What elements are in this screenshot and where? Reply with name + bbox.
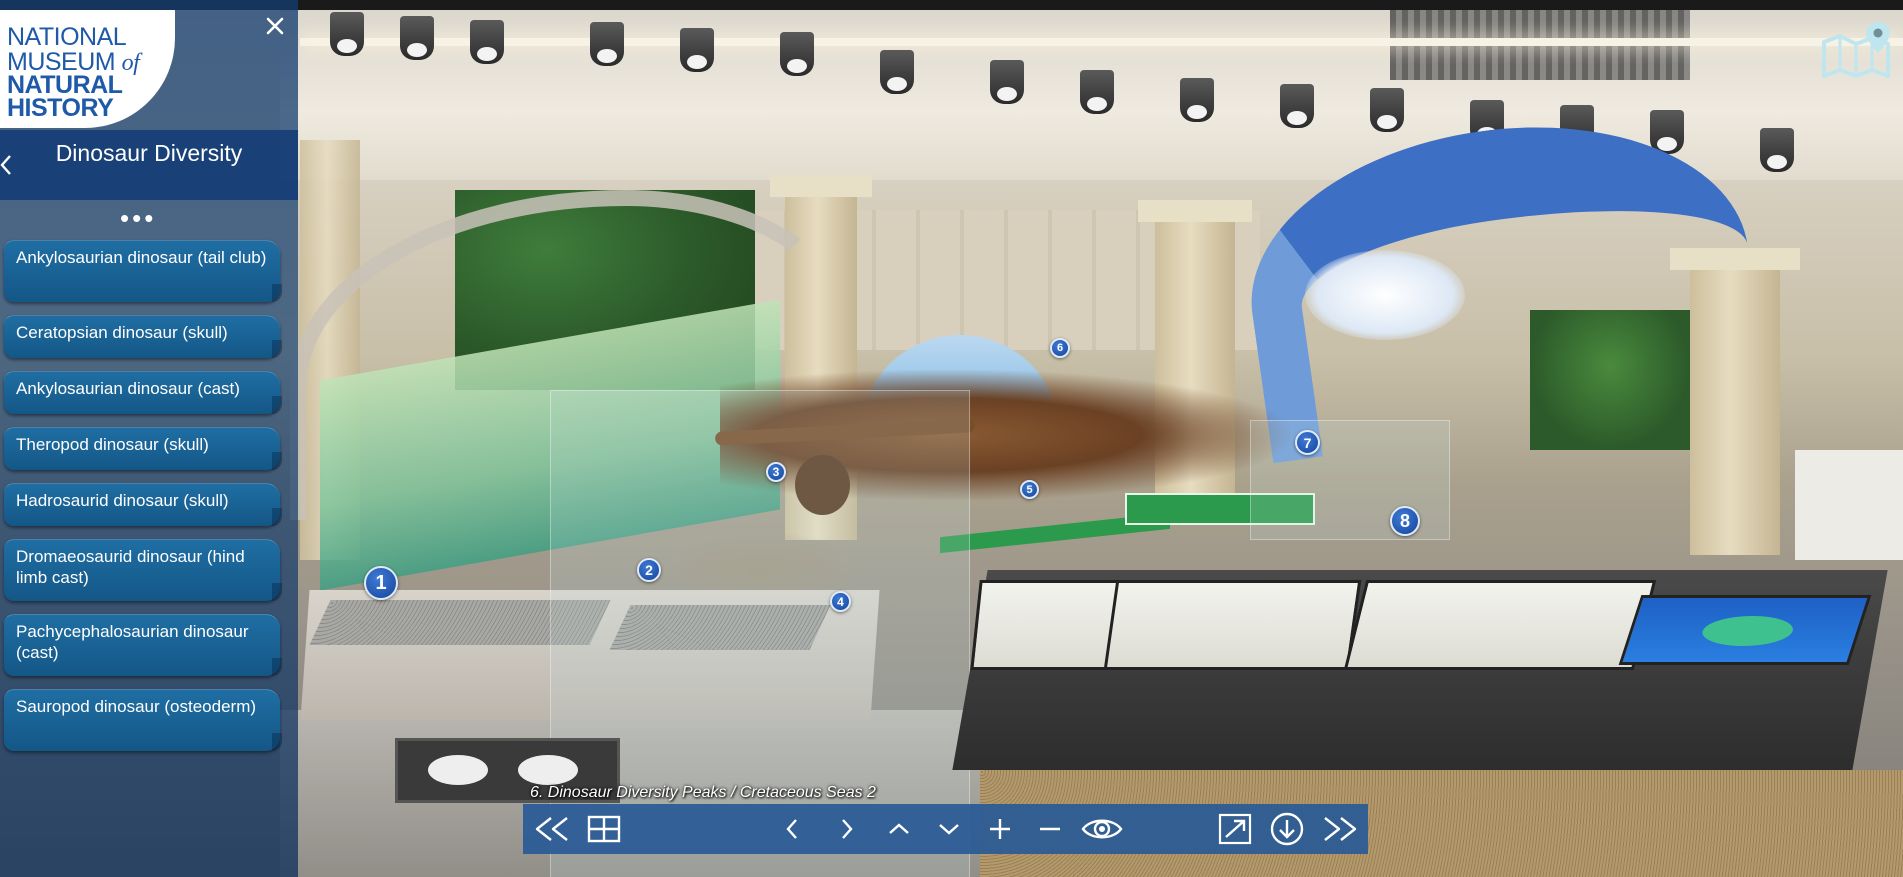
grid-icon[interactable] <box>583 809 625 849</box>
spotlight <box>780 32 814 76</box>
light-rail <box>300 38 1903 46</box>
hotspot-3[interactable]: 3 <box>766 462 786 482</box>
more-icon[interactable]: ••• <box>120 205 156 231</box>
spotlight <box>330 12 364 56</box>
zoom-out-icon[interactable] <box>1033 809 1067 849</box>
list-item[interactable]: Pachycephalosaurian dinosaur (cast) <box>4 614 282 676</box>
spotlight <box>1370 88 1404 132</box>
hotspot-4[interactable]: 4 <box>830 591 851 612</box>
list-item-label: Ankylosaurian dinosaur (cast) <box>16 379 240 398</box>
scene-caption: 6. Dinosaur Diversity Peaks / Cretaceous… <box>530 784 876 801</box>
list-item[interactable]: Dromaeosaurid dinosaur (hind limb cast) <box>4 539 282 601</box>
spotlight <box>680 28 714 72</box>
info-panel <box>1343 580 1657 670</box>
list-item-label: Theropod dinosaur (skull) <box>16 435 209 454</box>
eye-icon[interactable] <box>1078 809 1126 849</box>
hotspot-5[interactable]: 5 <box>1020 480 1039 499</box>
spotlight <box>1180 78 1214 122</box>
hotspot-8[interactable]: 8 <box>1390 506 1420 536</box>
list-item[interactable]: Sauropod dinosaur (osteoderm) <box>4 689 282 751</box>
chevron-left-icon[interactable] <box>776 809 808 849</box>
list-item-label: Pachycephalosaurian dinosaur (cast) <box>16 622 249 662</box>
download-icon[interactable] <box>1267 809 1307 849</box>
touchscreen-panel <box>1618 595 1872 665</box>
exhibit-wall-right <box>1795 450 1903 560</box>
list-item[interactable]: Ankylosaurian dinosaur (cast) <box>4 371 282 414</box>
logo-line: NATIONAL <box>7 23 127 51</box>
spotlight <box>470 20 504 64</box>
fullscreen-icon[interactable] <box>1215 809 1255 849</box>
logo-line: HISTORY <box>7 94 114 122</box>
navigation-toolbar <box>523 804 1368 854</box>
sidebar-title: Dinosaur Diversity <box>55 140 243 166</box>
list-item[interactable]: Theropod dinosaur (skull) <box>4 427 282 470</box>
close-icon[interactable] <box>264 16 286 38</box>
list-item[interactable]: Ceratopsian dinosaur (skull) <box>4 315 282 358</box>
fast-forward-icon[interactable] <box>1318 809 1364 849</box>
hotspot-2[interactable]: 2 <box>637 558 661 582</box>
list-item-label: Ceratopsian dinosaur (skull) <box>16 323 228 342</box>
spotlight <box>1080 70 1114 114</box>
list-item[interactable]: Ankylosaurian dinosaur (tail club) <box>4 240 282 302</box>
info-panel <box>1103 580 1362 670</box>
logo-word-of: of <box>121 50 140 76</box>
chevron-right-icon[interactable] <box>831 809 863 849</box>
pillar-cap <box>1138 200 1252 222</box>
hotspot-6[interactable]: 6 <box>1050 338 1070 358</box>
list-item-label: Ankylosaurian dinosaur (tail club) <box>16 248 267 267</box>
map-icon[interactable] <box>1820 20 1892 80</box>
spotlight <box>400 16 434 60</box>
spotlight <box>1760 128 1794 172</box>
rewind-icon[interactable] <box>528 809 574 849</box>
list-item-label: Sauropod dinosaur (osteoderm) <box>16 697 257 716</box>
pillar-cap <box>770 175 872 197</box>
museum-logo[interactable]: NATIONAL MUSEUM of NATURAL HISTORY <box>0 10 175 128</box>
sidebar: NATIONAL MUSEUM of NATURAL HISTORY Dinos… <box>0 0 298 877</box>
spotlight <box>590 22 624 66</box>
spotlight <box>990 60 1024 104</box>
spotlight <box>880 50 914 94</box>
zoom-in-icon[interactable] <box>983 809 1017 849</box>
chevron-down-icon[interactable] <box>933 809 965 849</box>
glass-barrier <box>1250 420 1450 540</box>
hotspot-7[interactable]: 7 <box>1295 430 1320 455</box>
hotspot-1[interactable]: 1 <box>364 566 398 600</box>
list-item-label: Dromaeosaurid dinosaur (hind limb cast) <box>16 547 245 587</box>
mural-cloud <box>1305 250 1465 340</box>
list-item[interactable]: Hadrosaurid dinosaur (skull) <box>4 483 282 526</box>
spotlight <box>1280 84 1314 128</box>
chevron-up-icon[interactable] <box>883 809 915 849</box>
list-item-label: Hadrosaurid dinosaur (skull) <box>16 491 229 510</box>
